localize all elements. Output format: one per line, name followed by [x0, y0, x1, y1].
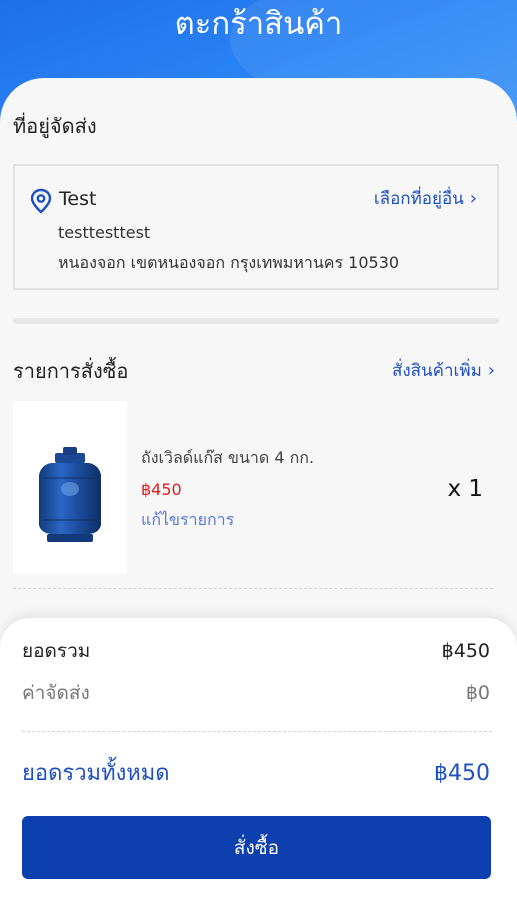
product-image: [13, 401, 127, 574]
section-divider: [13, 318, 499, 324]
gas-cylinder-image: [39, 447, 101, 542]
orders-section-title: รายการสั่งซื้อ: [13, 359, 129, 383]
address-line-2: หนองจอก เขตหนองจอก กรุงเทพมหานคร 10530: [58, 253, 400, 272]
address-line-1: testtesttest: [58, 223, 151, 242]
place-order-button[interactable]: สั่งซื้อ: [22, 816, 491, 879]
total-label: ยอดรวมทั้งหมด: [22, 761, 170, 786]
address-name: Test: [59, 188, 97, 210]
subtotal-label: ยอดรวม: [22, 640, 91, 662]
order-more-label: สั่งสินค้าเพิ่ม: [391, 361, 482, 381]
order-more-link[interactable]: สั่งสินค้าเพิ่ม ›: [392, 358, 495, 384]
total-value: ฿450: [434, 761, 490, 786]
product-quantity: x 1: [447, 476, 483, 502]
chevron-right-icon: ›: [469, 188, 477, 209]
shipping-fee-label: ค่าจัดส่ง: [22, 682, 90, 704]
edit-item-link[interactable]: แก้ไขรายการ: [141, 509, 234, 531]
chevron-right-icon: ›: [487, 360, 495, 381]
map-pin-icon: [30, 188, 52, 214]
summary-divider: [22, 731, 492, 732]
product-price: ฿450: [141, 480, 182, 499]
shipping-section-title: ที่อยู่จัดส่ง: [13, 114, 97, 138]
shipping-fee-value: ฿0: [465, 682, 490, 704]
address-card: Test เลือกที่อยู่อื่น › testtesttest หนอง…: [13, 164, 499, 290]
change-address-link[interactable]: เลือกที่อยู่อื่น ›: [374, 186, 477, 212]
page-title: ตะกร้าสินค้า: [174, 6, 343, 42]
change-address-label: เลือกที่อยู่อื่น: [373, 189, 464, 209]
product-name: ถังเวิลด์แก๊ส ขนาด 4 กก.: [141, 448, 315, 467]
item-divider: [13, 588, 493, 589]
subtotal-value: ฿450: [441, 640, 490, 662]
